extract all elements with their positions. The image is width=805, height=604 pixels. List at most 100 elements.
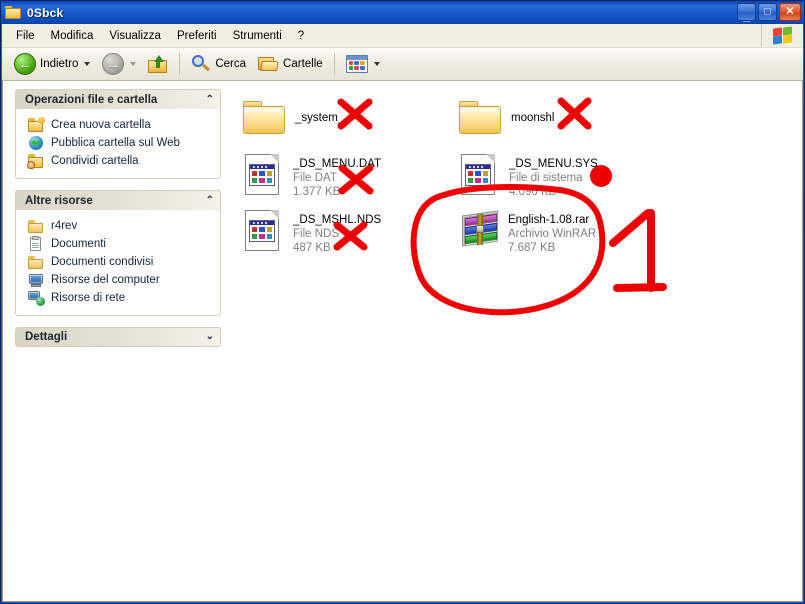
- generic-file-icon: [245, 210, 285, 252]
- new-folder-icon: [28, 117, 45, 132]
- sidebar-item-r4rev[interactable]: r4rev: [16, 217, 220, 235]
- folder-icon: [242, 99, 287, 137]
- back-button[interactable]: ← Indietro: [8, 51, 96, 77]
- network-icon: [28, 291, 45, 306]
- sidebar-item-publish-web[interactable]: Pubblica cartella sul Web: [16, 134, 220, 152]
- sidebar-item-documenti-condivisi[interactable]: Documenti condivisi: [16, 253, 220, 271]
- views-grid-icon: [345, 55, 368, 73]
- panel-other-places: Altre risorse ⌃ r4rev Documenti Document…: [15, 190, 221, 316]
- file-list-pane[interactable]: _system_ moonshl _DS_MENU.DAT File DAT 1…: [232, 81, 802, 601]
- back-dropdown-caret-icon[interactable]: [84, 62, 91, 66]
- panel-file-folder-tasks-title: Operazioni file e cartella: [25, 93, 158, 106]
- windows-flag-button[interactable]: [761, 24, 803, 47]
- folder-icon: [28, 219, 44, 233]
- menu-strumenti[interactable]: Strumenti: [225, 27, 290, 45]
- forward-button[interactable]: →: [96, 51, 142, 77]
- menu-bar: File Modifica Visualizza Preferiti Strum…: [2, 24, 803, 48]
- sidebar-item-documenti[interactable]: Documenti: [16, 235, 220, 253]
- up-folder-icon: [148, 55, 168, 73]
- file-name: moonshl: [511, 112, 555, 124]
- toolbar-separator-1: [179, 53, 181, 75]
- panel-other-places-title: Altre risorse: [25, 194, 93, 207]
- file-item-ds-menu-dat[interactable]: _DS_MENU.DAT File DAT 1.377 KB: [238, 151, 454, 203]
- menu-preferiti[interactable]: Preferiti: [169, 27, 225, 45]
- up-button[interactable]: [142, 51, 174, 77]
- file-type: Archivio WinRAR: [508, 228, 597, 240]
- sidebar-item-share-folder[interactable]: Condividi cartella: [16, 152, 220, 170]
- sidebar-item-share-folder-label: Condividi cartella: [51, 155, 139, 167]
- back-label: Indietro: [40, 58, 79, 70]
- menu-modifica[interactable]: Modifica: [43, 27, 102, 45]
- file-item-english-rar[interactable]: English-1.08.rar Archivio WinRAR 7.687 K…: [454, 207, 670, 259]
- windows-flag-icon: [772, 25, 793, 45]
- documents-icon: [28, 236, 44, 251]
- folders-label: Cartelle: [283, 58, 323, 70]
- sidebar-item-risorse-rete[interactable]: Risorse di rete: [16, 289, 220, 307]
- menu-visualizza[interactable]: Visualizza: [101, 27, 169, 45]
- panel-details: Dettagli ⌄: [15, 327, 221, 347]
- title-bar: 0Sbck _ □ ✕: [1, 1, 804, 24]
- file-name: _DS_MSHL.NDS: [293, 214, 382, 226]
- file-type: File NDS: [293, 228, 340, 240]
- file-name: _DS_MENU.DAT: [293, 158, 381, 170]
- file-name: _DS_MENU.SYS: [509, 158, 598, 170]
- file-size: 7.687 KB: [508, 242, 556, 254]
- chevron-up-icon[interactable]: ⌃: [206, 195, 214, 206]
- sidebar-item-new-folder-label: Crea nuova cartella: [51, 119, 151, 131]
- menu-help[interactable]: ?: [290, 27, 312, 45]
- sidebar-item-documenti-condivisi-label: Documenti condivisi: [51, 256, 154, 268]
- file-item-moonshl[interactable]: moonshl: [454, 95, 670, 147]
- folders-icon: [258, 56, 279, 73]
- generic-file-icon: [245, 154, 285, 196]
- sidebar-item-risorse-rete-label: Risorse di rete: [51, 292, 126, 304]
- file-item-system[interactable]: _system_: [238, 95, 454, 147]
- file-item-ds-mshl-nds[interactable]: _DS_MSHL.NDS File NDS 487 KB: [238, 207, 454, 259]
- maximize-button[interactable]: □: [758, 3, 777, 21]
- minimize-button[interactable]: _: [737, 3, 756, 24]
- sidebar-item-r4rev-label: r4rev: [51, 220, 78, 232]
- folders-button[interactable]: Cartelle: [252, 51, 329, 77]
- views-button[interactable]: [340, 51, 386, 77]
- sidebar-item-publish-web-label: Pubblica cartella sul Web: [51, 137, 180, 149]
- views-dropdown-caret-icon[interactable]: [373, 62, 380, 66]
- explorer-body: Operazioni file e cartella ⌃ Crea nuova …: [2, 81, 803, 602]
- minimize-icon: _: [742, 8, 751, 24]
- file-item-ds-menu-sys[interactable]: _DS_MENU.SYS File di sistema 4.096 KB: [454, 151, 670, 203]
- panel-details-header[interactable]: Dettagli ⌄: [15, 327, 221, 347]
- menu-items: File Modifica Visualizza Preferiti Strum…: [2, 27, 312, 45]
- window-title: 0Sbck: [27, 5, 64, 20]
- winrar-archive-icon: [462, 210, 500, 247]
- maximize-icon: □: [764, 5, 771, 18]
- publish-web-icon: [28, 136, 44, 150]
- close-icon: ✕: [785, 5, 795, 18]
- file-type: File di sistema: [509, 172, 583, 184]
- panel-other-places-header[interactable]: Altre risorse ⌃: [15, 190, 221, 210]
- search-magnifier-icon: [191, 54, 211, 74]
- sidebar-item-risorse-computer[interactable]: Risorse del computer: [16, 271, 220, 289]
- explorer-window: 0Sbck _ □ ✕ File Modifica Visualizza Pre…: [0, 0, 805, 604]
- folder-icon: [5, 5, 22, 20]
- menu-file[interactable]: File: [8, 27, 43, 45]
- sidebar-item-new-folder[interactable]: Crea nuova cartella: [16, 116, 220, 134]
- generic-file-icon: [461, 154, 501, 196]
- forward-dropdown-caret-icon[interactable]: [130, 62, 137, 66]
- panel-file-folder-tasks-body: Crea nuova cartella Pubblica cartella su…: [15, 109, 221, 179]
- file-size: 4.096 KB: [509, 186, 557, 198]
- file-type: File DAT: [293, 172, 337, 184]
- chevron-up-icon[interactable]: ⌃: [206, 94, 214, 105]
- close-button[interactable]: ✕: [779, 3, 801, 21]
- back-arrow-icon: ←: [14, 53, 36, 75]
- panel-details-title: Dettagli: [25, 331, 68, 343]
- file-size: 1.377 KB: [293, 186, 341, 198]
- search-button[interactable]: Cerca: [185, 51, 252, 77]
- file-name: _system_: [295, 112, 345, 124]
- panel-file-folder-tasks-header[interactable]: Operazioni file e cartella ⌃: [15, 89, 221, 109]
- panel-other-places-body: r4rev Documenti Documenti condivisi Riso…: [15, 210, 221, 316]
- sidebar-item-documenti-label: Documenti: [51, 238, 106, 250]
- my-computer-icon: [28, 273, 44, 287]
- sidebar-item-risorse-computer-label: Risorse del computer: [51, 274, 160, 286]
- toolbar-separator-2: [333, 53, 335, 75]
- window-controls: _ □ ✕: [737, 3, 801, 24]
- chevron-down-icon[interactable]: ⌄: [206, 332, 214, 342]
- file-size: 487 KB: [293, 242, 331, 254]
